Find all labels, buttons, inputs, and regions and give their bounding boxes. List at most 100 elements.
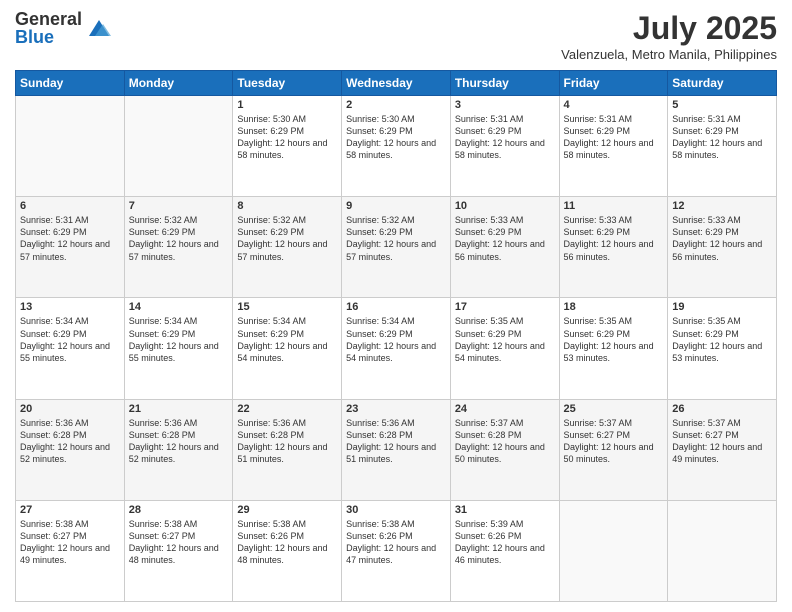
day-info: Sunrise: 5:30 AM Sunset: 6:29 PM Dayligh… (346, 113, 446, 162)
day-number: 17 (455, 301, 555, 313)
day-number: 13 (20, 301, 120, 313)
col-monday: Monday (124, 71, 233, 96)
calendar-cell (668, 500, 777, 601)
calendar-cell: 4 Sunrise: 5:31 AM Sunset: 6:29 PM Daylig… (559, 96, 668, 197)
day-number: 9 (346, 200, 446, 212)
day-info: Sunrise: 5:34 AM Sunset: 6:29 PM Dayligh… (129, 315, 229, 364)
day-info: Sunrise: 5:33 AM Sunset: 6:29 PM Dayligh… (564, 214, 664, 263)
header: General Blue July 2025 Valenzuela, Metro… (15, 10, 777, 62)
calendar-cell: 10 Sunrise: 5:33 AM Sunset: 6:29 PM Dayli… (450, 197, 559, 298)
day-number: 12 (672, 200, 772, 212)
day-number: 3 (455, 99, 555, 111)
week-row-3: 13 Sunrise: 5:34 AM Sunset: 6:29 PM Dayli… (16, 298, 777, 399)
day-number: 1 (237, 99, 337, 111)
day-number: 30 (346, 504, 446, 516)
calendar-cell: 22 Sunrise: 5:36 AM Sunset: 6:28 PM Dayli… (233, 399, 342, 500)
day-info: Sunrise: 5:36 AM Sunset: 6:28 PM Dayligh… (346, 417, 446, 466)
col-sunday: Sunday (16, 71, 125, 96)
calendar-cell: 28 Sunrise: 5:38 AM Sunset: 6:27 PM Dayli… (124, 500, 233, 601)
day-number: 16 (346, 301, 446, 313)
day-info: Sunrise: 5:33 AM Sunset: 6:29 PM Dayligh… (672, 214, 772, 263)
calendar-cell: 23 Sunrise: 5:36 AM Sunset: 6:28 PM Dayli… (342, 399, 451, 500)
calendar-cell: 13Sunrise: 5:34 AM Sunset: 6:29 PM Dayli… (16, 298, 125, 399)
calendar-cell: 15 Sunrise: 5:34 AM Sunset: 6:29 PM Dayli… (233, 298, 342, 399)
calendar-cell: 29 Sunrise: 5:38 AM Sunset: 6:26 PM Dayli… (233, 500, 342, 601)
logo-general: General (15, 10, 82, 28)
day-number: 15 (237, 301, 337, 313)
calendar-cell: 11 Sunrise: 5:33 AM Sunset: 6:29 PM Dayli… (559, 197, 668, 298)
day-info: Sunrise: 5:35 AM Sunset: 6:29 PM Dayligh… (672, 315, 772, 364)
calendar-cell (124, 96, 233, 197)
calendar-cell (559, 500, 668, 601)
day-info: Sunrise: 5:31 AM Sunset: 6:29 PM Dayligh… (20, 214, 120, 263)
calendar-cell: 17 Sunrise: 5:35 AM Sunset: 6:29 PM Dayli… (450, 298, 559, 399)
day-number: 4 (564, 99, 664, 111)
day-number: 10 (455, 200, 555, 212)
calendar-cell: 8Sunrise: 5:32 AM Sunset: 6:29 PM Daylig… (233, 197, 342, 298)
day-number: 24 (455, 403, 555, 415)
day-info: Sunrise: 5:31 AM Sunset: 6:29 PM Dayligh… (455, 113, 555, 162)
day-info: Sunrise: 5:39 AM Sunset: 6:26 PM Dayligh… (455, 518, 555, 567)
calendar-cell: 2 Sunrise: 5:30 AM Sunset: 6:29 PM Daylig… (342, 96, 451, 197)
day-info: Sunrise: 5:33 AM Sunset: 6:29 PM Dayligh… (455, 214, 555, 263)
day-number: 29 (237, 504, 337, 516)
day-number: 28 (129, 504, 229, 516)
day-info: Sunrise: 5:32 AM Sunset: 6:29 PM Dayligh… (129, 214, 229, 263)
calendar-cell: 20Sunrise: 5:36 AM Sunset: 6:28 PM Dayli… (16, 399, 125, 500)
month-title: July 2025 (561, 10, 777, 47)
day-info: Sunrise: 5:38 AM Sunset: 6:26 PM Dayligh… (346, 518, 446, 567)
day-number: 31 (455, 504, 555, 516)
calendar-cell: 27 Sunrise: 5:38 AM Sunset: 6:27 PM Dayli… (16, 500, 125, 601)
day-info: Sunrise: 5:38 AM Sunset: 6:26 PM Dayligh… (237, 518, 337, 567)
day-number: 23 (346, 403, 446, 415)
week-row-4: 20Sunrise: 5:36 AM Sunset: 6:28 PM Dayli… (16, 399, 777, 500)
day-number: 18 (564, 301, 664, 313)
day-info: Sunrise: 5:35 AM Sunset: 6:29 PM Dayligh… (564, 315, 664, 364)
day-info: Sunrise: 5:38 AM Sunset: 6:27 PM Dayligh… (20, 518, 120, 567)
day-info: Sunrise: 5:34 AM Sunset: 6:29 PM Dayligh… (237, 315, 337, 364)
day-info: Sunrise: 5:37 AM Sunset: 6:28 PM Dayligh… (455, 417, 555, 466)
day-number: 19 (672, 301, 772, 313)
calendar-cell: 1 Sunrise: 5:30 AM Sunset: 6:29 PM Daylig… (233, 96, 342, 197)
day-info: Sunrise: 5:36 AM Sunset: 6:28 PM Dayligh… (20, 417, 120, 466)
day-info: Sunrise: 5:31 AM Sunset: 6:29 PM Dayligh… (564, 113, 664, 162)
day-info: Sunrise: 5:30 AM Sunset: 6:29 PM Dayligh… (237, 113, 337, 162)
col-friday: Friday (559, 71, 668, 96)
calendar-cell: 6 Sunrise: 5:31 AM Sunset: 6:29 PM Daylig… (16, 197, 125, 298)
calendar-cell: 30 Sunrise: 5:38 AM Sunset: 6:26 PM Dayli… (342, 500, 451, 601)
calendar-cell: 31 Sunrise: 5:39 AM Sunset: 6:26 PM Dayli… (450, 500, 559, 601)
col-tuesday: Tuesday (233, 71, 342, 96)
day-info: Sunrise: 5:36 AM Sunset: 6:28 PM Dayligh… (237, 417, 337, 466)
col-saturday: Saturday (668, 71, 777, 96)
day-info: Sunrise: 5:35 AM Sunset: 6:29 PM Dayligh… (455, 315, 555, 364)
title-section: July 2025 Valenzuela, Metro Manila, Phil… (561, 10, 777, 62)
day-info: Sunrise: 5:32 AM Sunset: 6:29 PM Dayligh… (346, 214, 446, 263)
day-number: 2 (346, 99, 446, 111)
calendar-cell: 21Sunrise: 5:36 AM Sunset: 6:28 PM Dayli… (124, 399, 233, 500)
calendar-cell: 14 Sunrise: 5:34 AM Sunset: 6:29 PM Dayli… (124, 298, 233, 399)
calendar-cell: 18 Sunrise: 5:35 AM Sunset: 6:29 PM Dayli… (559, 298, 668, 399)
day-number: 22 (237, 403, 337, 415)
week-row-1: 1 Sunrise: 5:30 AM Sunset: 6:29 PM Daylig… (16, 96, 777, 197)
day-info: Sunrise: 5:36 AM Sunset: 6:28 PM Dayligh… (129, 417, 229, 466)
calendar-cell: 16Sunrise: 5:34 AM Sunset: 6:29 PM Dayli… (342, 298, 451, 399)
day-number: 25 (564, 403, 664, 415)
week-row-5: 27 Sunrise: 5:38 AM Sunset: 6:27 PM Dayli… (16, 500, 777, 601)
day-number: 27 (20, 504, 120, 516)
day-number: 7 (129, 200, 229, 212)
day-number: 8 (237, 200, 337, 212)
calendar-cell: 26Sunrise: 5:37 AM Sunset: 6:27 PM Dayli… (668, 399, 777, 500)
day-number: 11 (564, 200, 664, 212)
calendar-cell (16, 96, 125, 197)
day-number: 6 (20, 200, 120, 212)
col-wednesday: Wednesday (342, 71, 451, 96)
logo-text: General Blue (15, 10, 82, 46)
col-thursday: Thursday (450, 71, 559, 96)
calendar-cell: 24 Sunrise: 5:37 AM Sunset: 6:28 PM Dayli… (450, 399, 559, 500)
calendar-cell: 9 Sunrise: 5:32 AM Sunset: 6:29 PM Daylig… (342, 197, 451, 298)
day-info: Sunrise: 5:31 AM Sunset: 6:29 PM Dayligh… (672, 113, 772, 162)
day-info: Sunrise: 5:37 AM Sunset: 6:27 PM Dayligh… (672, 417, 772, 466)
calendar-cell: 3 Sunrise: 5:31 AM Sunset: 6:29 PM Daylig… (450, 96, 559, 197)
day-number: 14 (129, 301, 229, 313)
day-info: Sunrise: 5:38 AM Sunset: 6:27 PM Dayligh… (129, 518, 229, 567)
